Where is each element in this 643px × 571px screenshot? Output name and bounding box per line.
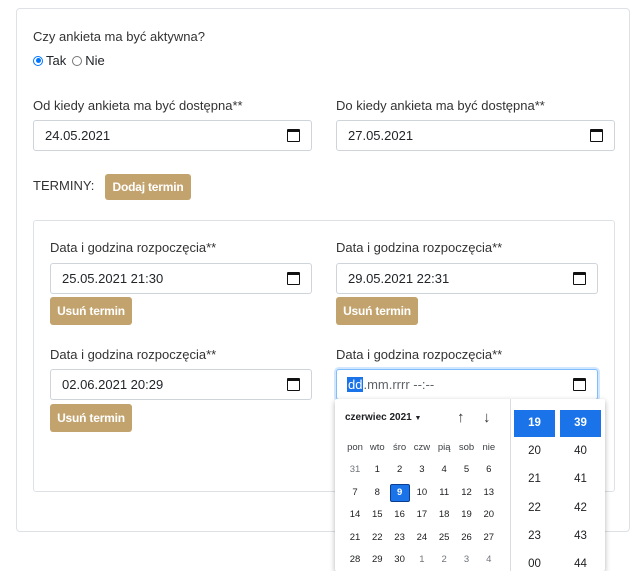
minute-option[interactable]: 40: [560, 438, 601, 465]
minute-option[interactable]: 43: [560, 523, 601, 550]
minute-option[interactable]: 39: [560, 410, 601, 437]
calendar-icon[interactable]: [287, 129, 300, 142]
calendar-day[interactable]: 21: [345, 532, 365, 543]
term-1-value: 25.05.2021 21:30: [62, 271, 164, 286]
weekday-header: wto: [369, 442, 385, 453]
calendar-day[interactable]: 13: [479, 487, 499, 498]
term-4-label: Data i godzina rozpoczęcia**: [336, 347, 503, 362]
calendar-day[interactable]: 2: [434, 554, 454, 565]
minute-option[interactable]: 44: [560, 551, 601, 571]
minute-option[interactable]: 42: [560, 495, 601, 522]
calendar-day[interactable]: 20: [479, 509, 499, 520]
radio-tak-label: Tak: [46, 53, 67, 68]
term-2-input[interactable]: 29.05.2021 22:31: [336, 263, 598, 294]
active-question-label: Czy ankieta ma być aktywna?: [33, 29, 205, 44]
calendar-day[interactable]: 6: [479, 464, 499, 475]
active-radio-group: Tak Nie: [33, 53, 105, 68]
weekday-header: czw: [413, 442, 431, 453]
hour-option[interactable]: 22: [514, 495, 555, 522]
calendar-day[interactable]: 25: [434, 532, 454, 543]
term-4-day-segment[interactable]: dd: [347, 377, 364, 392]
term-2-value: 29.05.2021 22:31: [348, 271, 450, 286]
term-3-remove-button[interactable]: Usuń termin: [50, 404, 132, 432]
arrow-up-icon[interactable]: ↑: [457, 409, 465, 426]
calendar-day[interactable]: 3: [412, 464, 432, 475]
add-term-button[interactable]: Dodaj termin: [105, 174, 191, 200]
term-4-input[interactable]: dd .mm.rrrr --:--: [336, 369, 598, 400]
calendar-icon[interactable]: [573, 272, 586, 285]
term-3-label: Data i godzina rozpoczęcia**: [50, 347, 217, 362]
calendar-icon[interactable]: [590, 129, 603, 142]
weekday-header: śro: [392, 442, 407, 453]
calendar-day[interactable]: 2: [390, 464, 410, 475]
hour-option[interactable]: 00: [514, 551, 555, 571]
term-1-remove-button[interactable]: Usuń termin: [50, 297, 132, 325]
calendar-day[interactable]: 10: [412, 487, 432, 498]
hour-option[interactable]: 19: [514, 410, 555, 437]
weekday-header: nie: [482, 442, 496, 453]
calendar-icon[interactable]: [287, 272, 300, 285]
arrow-down-icon[interactable]: ↓: [483, 409, 491, 426]
calendar-day[interactable]: 4: [434, 464, 454, 475]
hour-option[interactable]: 23: [514, 523, 555, 550]
calendar-day[interactable]: 30: [390, 554, 410, 565]
calendar-icon[interactable]: [287, 378, 300, 391]
term-2-remove-button[interactable]: Usuń termin: [336, 297, 418, 325]
available-from-value: 24.05.2021: [45, 128, 111, 143]
calendar-day[interactable]: 24: [412, 532, 432, 543]
calendar-day[interactable]: 4: [479, 554, 499, 565]
available-to-input[interactable]: 27.05.2021: [336, 120, 615, 151]
calendar-icon[interactable]: [573, 378, 586, 391]
calendar-day[interactable]: 1: [412, 554, 432, 565]
weekday-header: sob: [458, 442, 475, 453]
calendar-pane: czerwiec 2021 ▼ ↑ ↓ pon wto śro czw pią sob ni…: [335, 399, 510, 571]
calendar-day[interactable]: 11: [434, 487, 454, 498]
calendar-day[interactable]: 14: [345, 509, 365, 520]
calendar-day[interactable]: 3: [457, 554, 477, 565]
calendar-day[interactable]: 18: [434, 509, 454, 520]
calendar-day[interactable]: 17: [412, 509, 432, 520]
calendar-day[interactable]: 7: [345, 487, 365, 498]
available-to-value: 27.05.2021: [348, 128, 414, 143]
term-1-input[interactable]: 25.05.2021 21:30: [50, 263, 312, 294]
term-3-input[interactable]: 02.06.2021 20:29: [50, 369, 312, 400]
calendar-day[interactable]: 1: [367, 464, 387, 475]
calendar-day[interactable]: 15: [367, 509, 387, 520]
calendar-day[interactable]: 31: [345, 464, 365, 475]
term-1-label: Data i godzina rozpoczęcia**: [50, 240, 217, 255]
time-pane: 19 20 21 22 23 00 39 40 41 42 43 44: [510, 399, 605, 571]
radio-nie[interactable]: [72, 55, 83, 66]
calendar-day[interactable]: 26: [457, 532, 477, 543]
calendar-day[interactable]: 19: [457, 509, 477, 520]
radio-tak[interactable]: [33, 55, 43, 66]
calendar-day[interactable]: 28: [345, 554, 365, 565]
calendar-day[interactable]: 12: [457, 487, 477, 498]
hour-option[interactable]: 21: [514, 466, 555, 493]
calendar-day[interactable]: 22: [367, 532, 387, 543]
calendar-day[interactable]: 8: [367, 487, 387, 498]
term-2-label: Data i godzina rozpoczęcia**: [336, 240, 503, 255]
calendar-day[interactable]: 5: [457, 464, 477, 475]
term-4-rest-segments[interactable]: .mm.rrrr --:--: [363, 377, 434, 392]
datetime-picker-popup: czerwiec 2021 ▼ ↑ ↓ pon wto śro czw pią sob ni…: [335, 399, 605, 571]
radio-nie-label: Nie: [85, 53, 105, 68]
calendar-day[interactable]: 23: [390, 532, 410, 543]
available-to-label: Do kiedy ankieta ma być dostępna**: [336, 98, 545, 113]
calendar-day-selected[interactable]: 9: [389, 483, 410, 502]
terms-label: TERMINY:: [33, 178, 95, 193]
calendar-day[interactable]: 29: [367, 554, 387, 565]
calendar-day[interactable]: 27: [479, 532, 499, 543]
term-3-value: 02.06.2021 20:29: [62, 377, 164, 392]
hour-option[interactable]: 20: [514, 438, 555, 465]
weekday-header: pią: [437, 442, 451, 453]
month-year-button[interactable]: czerwiec 2021 ▼: [345, 412, 421, 423]
available-from-label: Od kiedy ankieta ma być dostępna**: [33, 98, 243, 113]
minute-option[interactable]: 41: [560, 466, 601, 493]
weekday-header: pon: [347, 442, 363, 453]
month-year-label: czerwiec 2021: [345, 412, 412, 423]
available-from-input[interactable]: 24.05.2021: [33, 120, 312, 151]
caret-down-icon: ▼: [414, 415, 422, 422]
calendar-day[interactable]: 16: [390, 509, 410, 520]
